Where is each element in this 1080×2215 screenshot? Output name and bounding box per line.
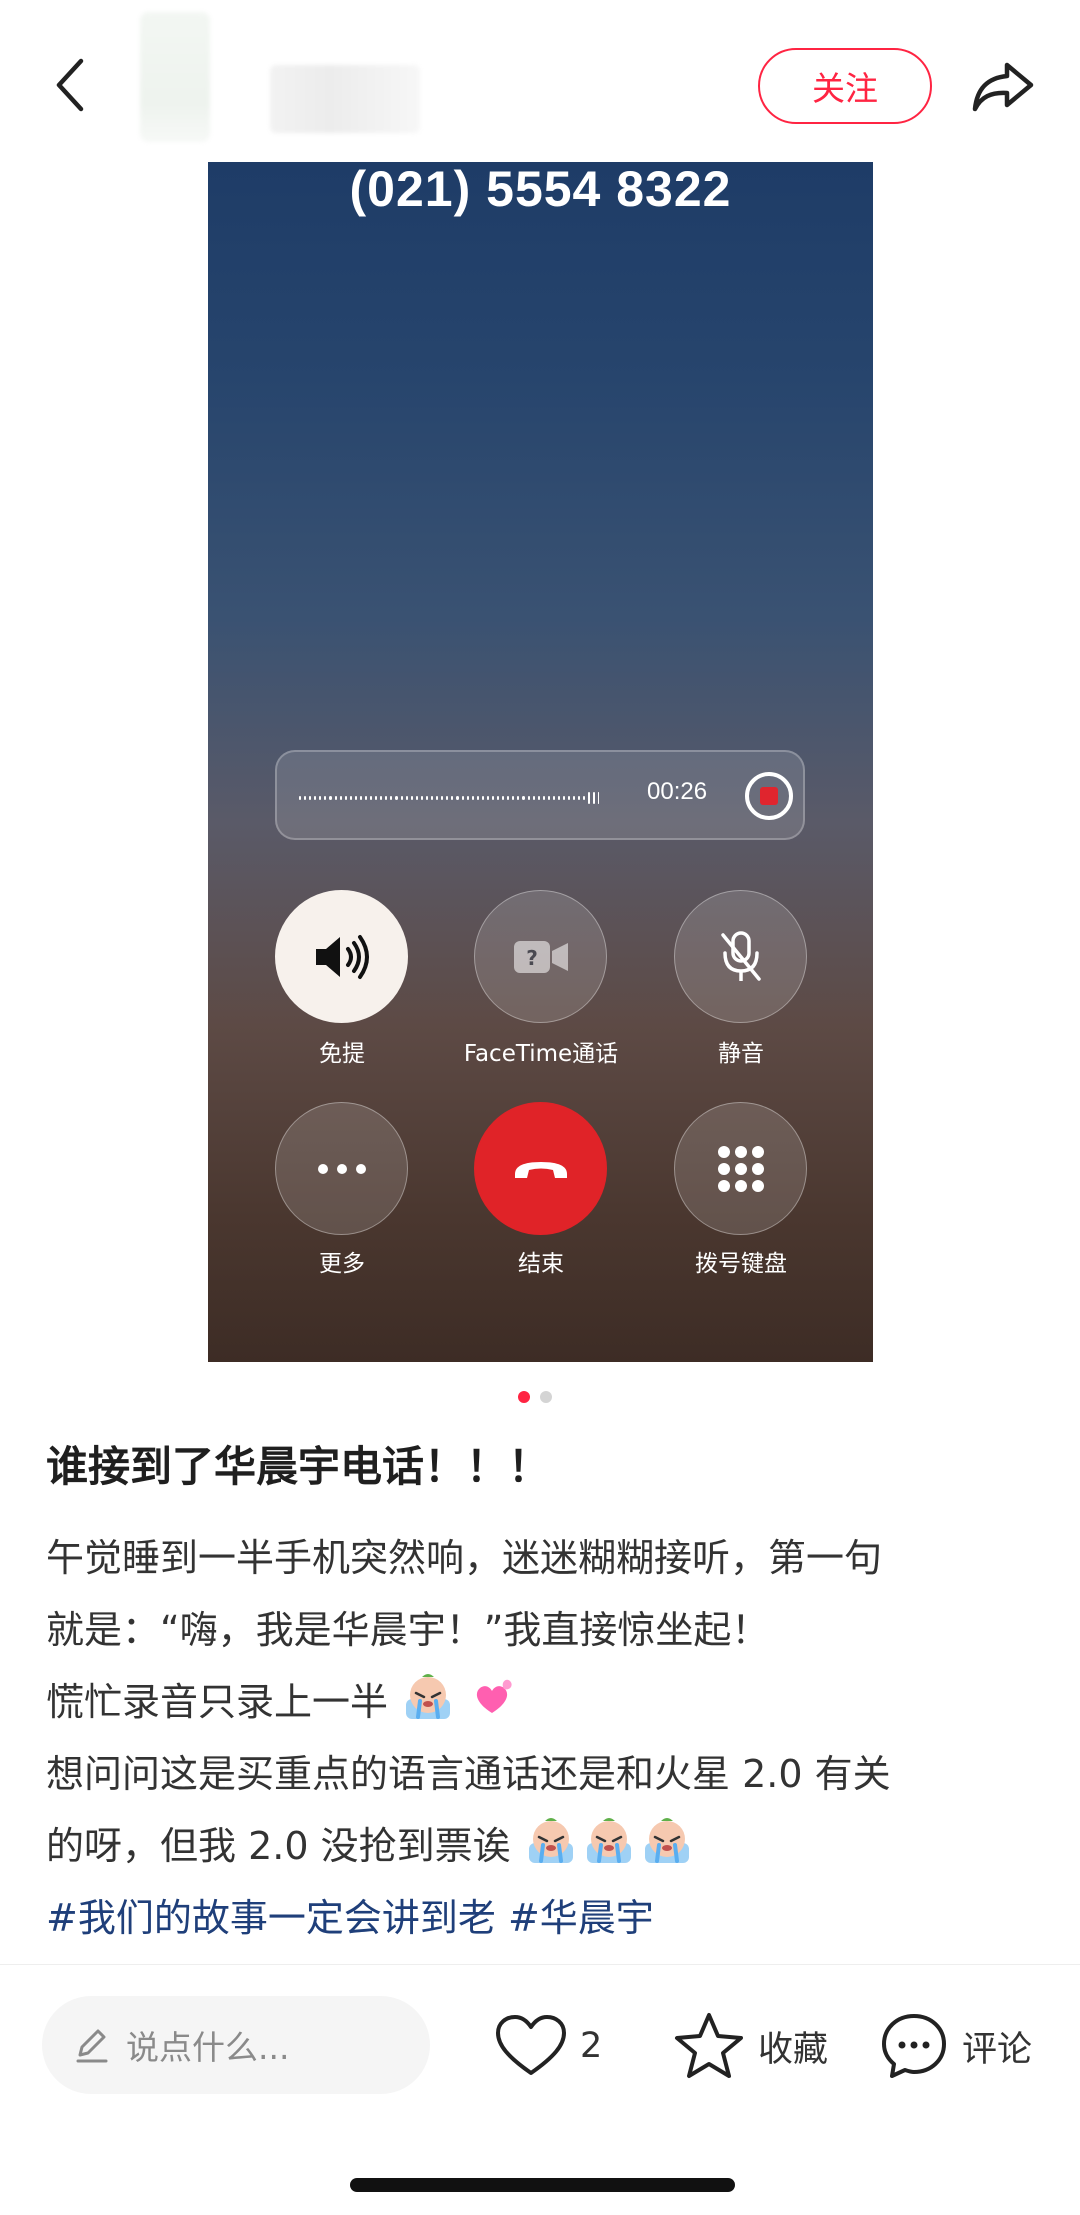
avatar[interactable] [140, 12, 210, 142]
call-button-label: 结束 [518, 1251, 564, 1277]
pager-dot[interactable] [540, 1391, 552, 1403]
back-button[interactable] [42, 50, 98, 120]
more-button[interactable] [275, 1102, 408, 1235]
crying-emoji-icon [406, 1674, 451, 1719]
mute-button[interactable] [674, 890, 807, 1023]
speaker-button[interactable] [275, 890, 408, 1023]
keypad-icon [717, 1145, 764, 1192]
svg-text:?: ? [526, 946, 538, 970]
collect-button[interactable]: 收藏 [672, 2002, 828, 2090]
post-text: 慌忙录音只录上一半 [46, 1680, 389, 1724]
like-count: 2 [580, 2026, 603, 2066]
divider [0, 1964, 1080, 1965]
home-indicator[interactable] [350, 2178, 735, 2192]
comment-label: 评论 [962, 2029, 1033, 2070]
collect-label: 收藏 [758, 2029, 829, 2070]
end-call-button[interactable] [474, 1102, 607, 1235]
image-pager-dots [518, 1391, 552, 1403]
mute-mic-icon [720, 930, 761, 981]
like-button[interactable]: 2 [494, 2002, 602, 2090]
post-text-line: 想问问这是买重点的语言通话还是和火星 2.0 有关 [46, 1752, 891, 1796]
pencil-icon [76, 2029, 108, 2063]
author-name[interactable] [270, 65, 420, 133]
crying-emoji-icon [586, 1818, 631, 1863]
call-recording-bar: 00:26 [275, 750, 805, 840]
pink-hearts-icon [477, 1679, 512, 1713]
keypad-button[interactable] [674, 1102, 807, 1235]
hashtag-link[interactable]: #华晨宇 [508, 1896, 654, 1940]
more-dots-icon [317, 1163, 366, 1174]
comment-input[interactable]: 说点什么... [42, 1996, 430, 2094]
post-body: 午觉睡到一半手机突然响，迷迷糊糊接听，第一句 就是：“嗨，我是华晨宇！”我直接惊… [46, 1522, 1036, 1954]
comment-button[interactable]: 评论 [878, 2002, 1032, 2090]
speaker-icon [315, 934, 369, 979]
call-button-label: FaceTime通话 [463, 1041, 619, 1067]
post-text-line: 就是：“嗨，我是华晨宇！”我直接惊坐起！ [46, 1608, 770, 1652]
post-image[interactable]: (021) 5554 8322 00:26 ? 免提 FaceTime通话 静音… [208, 162, 873, 1362]
post-text-line-with-emoji: 的呀，但我 2.0 没抢到票诶 [46, 1810, 1036, 1882]
hashtag-link[interactable]: #我们的故事一定会讲到老 [46, 1896, 496, 1940]
follow-button[interactable]: 关注 [758, 48, 932, 124]
post-text-line: 午觉睡到一半手机突然响，迷迷糊糊接听，第一句 [46, 1536, 883, 1580]
call-button-label: 静音 [718, 1041, 764, 1067]
call-button-label: 更多 [319, 1251, 365, 1277]
star-icon [675, 2013, 743, 2078]
audio-waveform [299, 792, 600, 804]
crying-emoji-icon [644, 1818, 689, 1863]
top-bar: 关注 [0, 0, 1080, 170]
facetime-video-icon: ? [513, 940, 568, 973]
pager-dot-active[interactable] [518, 1391, 530, 1403]
chevron-left-icon [56, 58, 84, 112]
post-text-line-with-emoji: 慌忙录音只录上一半 [46, 1666, 1036, 1738]
heart-icon [496, 2015, 566, 2075]
end-call-icon [514, 1161, 567, 1178]
hashtag-row: #我们的故事一定会讲到老 #华晨宇 [46, 1882, 1036, 1954]
share-arrow-icon [972, 62, 1034, 112]
comment-placeholder: 说点什么... [126, 2028, 290, 2067]
stop-recording-button[interactable] [745, 772, 793, 820]
recording-timer: 00:26 [647, 778, 708, 805]
facetime-button[interactable]: ? [474, 890, 607, 1023]
stop-icon [760, 787, 778, 805]
post-title: 谁接到了华晨宇电话！！！ [46, 1442, 551, 1491]
phone-number: (021) 5554 8322 [349, 162, 732, 217]
comment-bubble-icon [882, 2014, 946, 2078]
crying-emoji-icon [528, 1818, 573, 1863]
share-button[interactable] [966, 52, 1040, 122]
call-button-label: 拨号键盘 [695, 1251, 787, 1277]
post-text: 的呀，但我 2.0 没抢到票诶 [46, 1824, 511, 1868]
call-button-label: 免提 [319, 1041, 365, 1067]
